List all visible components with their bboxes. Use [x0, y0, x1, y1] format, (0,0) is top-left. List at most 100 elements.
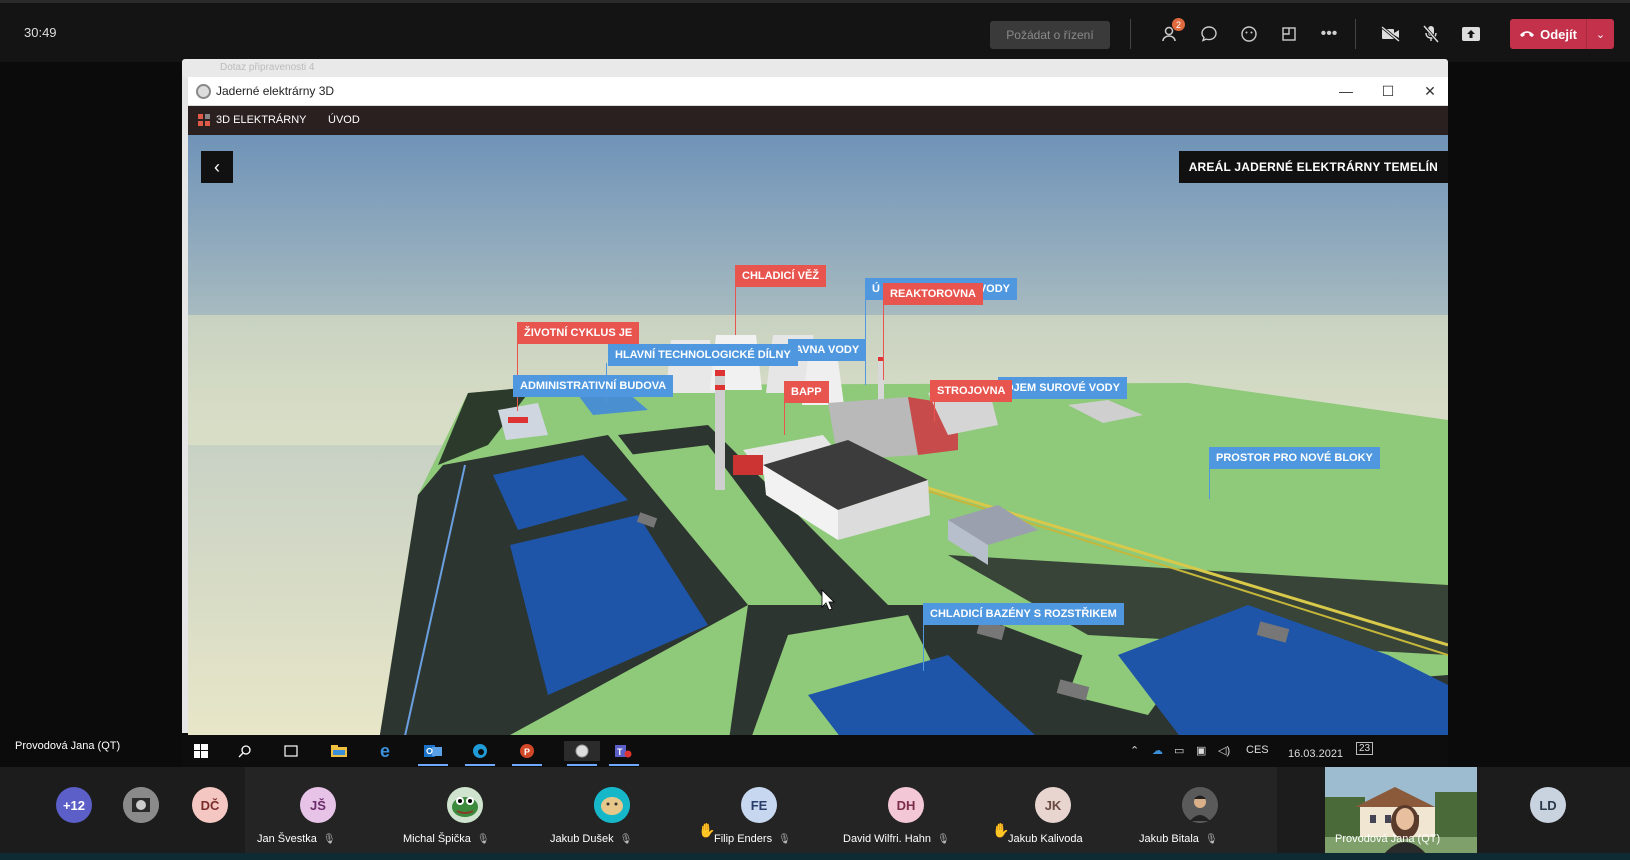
active-app-indicator [609, 764, 639, 766]
mic-off-icon: 🎙 [619, 834, 633, 845]
leave-label: Odejít [1540, 26, 1577, 42]
chat-icon[interactable] [1198, 23, 1220, 45]
participants-bar: +12 DČ JŠ Jan Švestka 🎙 Michal Špička 🎙 Ja… [0, 767, 1630, 860]
participant-name: Michal Špička 🎙 [403, 833, 490, 845]
powerpoint-icon[interactable]: P [516, 741, 538, 761]
search-icon[interactable] [234, 741, 256, 761]
raised-hand-icon: ✋ [992, 822, 1010, 838]
notifications-icon[interactable]: 23 [1356, 742, 1374, 755]
toolbar-divider [1355, 19, 1356, 49]
participants-icon[interactable]: 2 [1160, 18, 1185, 45]
battery-icon[interactable]: ▭ [1174, 744, 1184, 757]
camera-off-icon[interactable] [1380, 23, 1402, 45]
hotspot-pin [735, 287, 736, 335]
app-navbar: 3D ELEKTRÁRNY ÚVOD [188, 106, 1448, 135]
language-indicator[interactable]: CES [1246, 744, 1269, 756]
toolbar-divider [1130, 19, 1131, 49]
participant-tile[interactable]: DH David Wilfri. Hahn 🎙 [833, 767, 983, 854]
label-zivotni-cyklus[interactable]: ŽIVOTNÍ CYKLUS JE [517, 322, 640, 344]
more-participants-avatar[interactable]: +12 [56, 787, 92, 823]
label-reaktorovna[interactable]: REAKTOROVNA [883, 283, 983, 305]
participant-tile[interactable]: JŠ Jan Švestka 🎙 [245, 767, 395, 854]
avatar[interactable]: DČ [192, 787, 228, 823]
nav-uvod[interactable]: ÚVOD [328, 114, 360, 126]
request-control-button[interactable]: Požádat o řízení [990, 21, 1110, 49]
taskbar-date[interactable]: 16.03.2021 [1288, 748, 1343, 760]
avatar [594, 787, 630, 823]
participant-name-text: Jakub Dušek [550, 833, 614, 845]
mic-off-icon: 🎙 [322, 834, 336, 845]
participant-name: Jakub Kalivoda [1008, 833, 1083, 845]
teams-icon[interactable]: T [612, 741, 634, 761]
maximize-icon[interactable]: ☐ [1368, 81, 1408, 101]
outlook-icon[interactable] [422, 741, 444, 761]
label-strojovna[interactable]: STROJOVNA [930, 380, 1013, 402]
label-uprava-vody-prefix: Ú [872, 283, 880, 295]
label-surove-vody[interactable]: OJEM SUROVÉ VODY [998, 377, 1127, 399]
app-icon [196, 84, 211, 99]
volume-icon[interactable]: ◁) [1218, 744, 1230, 757]
app-window: Jaderné elektrárny 3D — ☐ ✕ 3D ELEKTRÁRN… [188, 77, 1448, 747]
participant-tile[interactable]: Michal Špička 🎙 [392, 767, 542, 854]
chevron-down-icon[interactable]: ⌄ [1587, 28, 1614, 41]
avatar [447, 787, 483, 823]
participant-name: David Wilfri. Hahn 🎙 [843, 833, 950, 845]
label-uprava-vody-suffix: VODY [978, 283, 1010, 295]
task-view-icon[interactable] [280, 741, 302, 761]
window-title: Jaderné elektrárny 3D [216, 84, 335, 98]
participant-name: Jan Švestka 🎙 [257, 833, 336, 845]
participant-tile[interactable]: Jakub Dušek 🎙 [539, 767, 689, 854]
rooms-icon[interactable] [1278, 23, 1300, 45]
label-hlavni-dilny[interactable]: HLAVNÍ TECHNOLOGICKÉ DÍLNY [608, 344, 798, 366]
participant-name: Filip Enders 🎙 [714, 833, 791, 845]
label-chladici-vez[interactable]: CHLADICÍ VĚŽ [735, 265, 826, 287]
hotspot-pin [1209, 467, 1210, 499]
nav-label: 3D ELEKTRÁRNY [216, 114, 307, 126]
nav-3d-elektrarny[interactable]: 3D ELEKTRÁRNY [198, 114, 306, 126]
avatar[interactable]: LD [1530, 787, 1566, 823]
phone-hangup-icon [1519, 27, 1535, 42]
svg-text:P: P [524, 747, 530, 757]
windows-start-icon[interactable] [190, 741, 212, 761]
reactions-icon[interactable] [1238, 23, 1260, 45]
file-explorer-icon[interactable] [328, 741, 350, 761]
label-bapp[interactable]: BAPP [784, 381, 829, 403]
active-app-indicator [512, 764, 542, 766]
network-icon[interactable]: ▣ [1196, 744, 1206, 757]
mic-off-icon: 🎙 [1204, 834, 1218, 845]
presenter-video-tile[interactable]: Provodová Jana (QT) [1325, 767, 1477, 855]
avatar[interactable] [123, 787, 159, 823]
avatar: DH [888, 787, 924, 823]
3d-scene-viewport[interactable]: ‹ AREÁL JADERNÉ ELEKTRÁRNY TEMELÍN CHLAD… [188, 135, 1448, 747]
share-screen-icon[interactable] [1460, 23, 1482, 45]
teams-meeting-toolbar: 30:49 Požádat o řízení 2 ••• Odejít ⌄ [0, 0, 1630, 62]
more-options-icon[interactable]: ••• [1318, 23, 1340, 45]
avatar: JK [1035, 787, 1071, 823]
participant-name-text: Provodová Jana (QT) [1335, 833, 1441, 845]
participant-name-text: Jakub Kalivoda [1008, 833, 1083, 845]
participant-name: Jakub Bitala 🎙 [1139, 833, 1218, 845]
onedrive-icon[interactable]: ☁ [1152, 744, 1163, 757]
background-window-tab[interactable]: Dotaz připravenosti 4 [182, 59, 1448, 77]
edge-legacy-icon[interactable]: e [374, 741, 396, 761]
edge-icon[interactable] [469, 741, 491, 761]
call-timer: 30:49 [24, 25, 57, 40]
label-cerpaci-vody[interactable]: AVNA VODY [788, 339, 867, 361]
leave-button[interactable]: Odejít ⌄ [1510, 19, 1614, 49]
close-icon[interactable]: ✕ [1410, 81, 1450, 101]
label-nove-bloky[interactable]: PROSTOR PRO NOVÉ BLOKY [1209, 447, 1380, 469]
back-button[interactable]: ‹ [201, 151, 233, 183]
participant-tile[interactable]: Jakub Bitala 🎙 [1127, 767, 1277, 854]
chevron-up-icon[interactable]: ⌃ [1130, 744, 1139, 757]
label-administrativni-budova[interactable]: ADMINISTRATIVNÍ BUDOVA [513, 375, 674, 397]
participant-tile[interactable]: ✋ JK Jakub Kalivoda [980, 767, 1130, 854]
label-chladici-bazeny[interactable]: CHLADICÍ BAZÉNY S ROZSTŘIKEM [923, 603, 1124, 625]
active-app-indicator [567, 764, 597, 766]
3d-app-icon[interactable] [564, 741, 600, 761]
mic-off-icon: 🎙 [937, 834, 950, 845]
participant-tile[interactable]: ✋ FE Filip Enders 🎙 [686, 767, 836, 854]
minimize-icon[interactable]: — [1326, 81, 1366, 101]
participant-name-text: David Wilfri. Hahn [843, 833, 932, 845]
mic-off-icon[interactable] [1420, 23, 1442, 45]
active-app-indicator [418, 764, 448, 766]
